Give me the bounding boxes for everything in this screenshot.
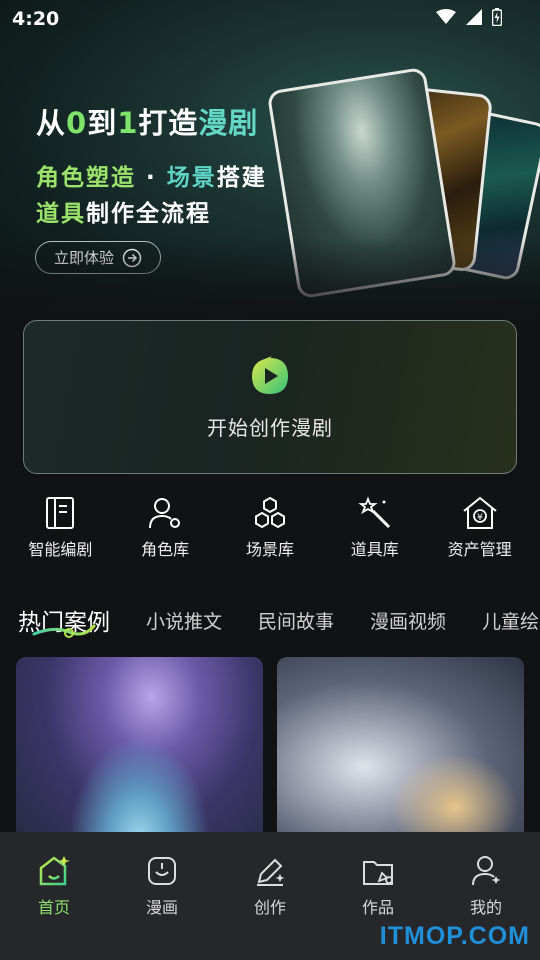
nav-label: 我的 (469, 898, 502, 917)
active-tab-indicator (32, 624, 96, 638)
tab-novel[interactable]: 小说推文 (146, 607, 222, 634)
asset-home-icon: ¥ (462, 496, 497, 529)
hero-banner[interactable]: 4:20 从0到1打造漫剧 角色塑造 · 场景搭建 道具制作全流程 立即体验 (0, 0, 540, 318)
hexagons-icon (254, 496, 285, 529)
play-bubble-icon (252, 355, 288, 394)
tab-children[interactable]: 儿童绘 (482, 607, 539, 634)
tab-comic-video[interactable]: 漫画视频 (370, 607, 446, 634)
script-book-icon (46, 497, 75, 529)
tool-label: 道具库 (350, 540, 399, 559)
profile-icon (472, 856, 501, 886)
quick-tools: 智能编剧 角色库 场景库 道具库 ¥ 资产管理 (0, 496, 540, 576)
hero-headline: 从0到1打造漫剧 (36, 106, 259, 140)
pen-icon (257, 858, 285, 886)
folder-icon (363, 861, 393, 885)
tool-label: 角色库 (141, 540, 190, 559)
nav-comic[interactable]: 漫画 (117, 854, 207, 960)
tool-prop-library[interactable]: 道具库 (325, 496, 425, 576)
status-bar: 4:20 (0, 0, 540, 38)
tool-scene-library[interactable]: 场景库 (220, 496, 320, 576)
case-card-storm[interactable] (16, 657, 263, 857)
nav-label: 漫画 (145, 898, 178, 917)
nav-label: 作品 (361, 898, 394, 917)
svg-text:¥: ¥ (477, 513, 483, 523)
signal-icon (466, 9, 482, 25)
nav-label: 首页 (37, 898, 70, 917)
comic-icon (148, 857, 176, 885)
magic-wand-icon (358, 496, 390, 529)
tool-smart-script[interactable]: 智能编剧 (10, 496, 110, 576)
wifi-icon (436, 9, 456, 24)
tool-label: 智能编剧 (28, 540, 93, 559)
tool-asset-management[interactable]: ¥ 资产管理 (430, 496, 530, 576)
character-icon (149, 498, 181, 529)
tool-character-library[interactable]: 角色库 (115, 496, 215, 576)
hero-subline-2: 道具制作全流程 (36, 201, 211, 227)
start-creating-card[interactable]: 开始创作漫剧 (23, 320, 517, 474)
battery-icon (492, 8, 502, 26)
watermark: ITMOP.COM (379, 922, 530, 950)
arrow-circle-icon (122, 248, 142, 267)
tool-label: 场景库 (245, 540, 294, 559)
home-icon (39, 856, 70, 886)
try-now-label: 立即体验 (53, 249, 114, 267)
tab-folk-story[interactable]: 民间故事 (258, 607, 334, 634)
tool-label: 资产管理 (447, 540, 512, 559)
nav-create[interactable]: 创作 (225, 854, 315, 960)
start-creating-label: 开始创作漫剧 (207, 415, 333, 440)
hero-card-forest (266, 66, 458, 300)
status-icons (436, 8, 502, 26)
hero-subline-1: 角色塑造 · 场景搭建 (36, 165, 267, 191)
status-time: 4:20 (12, 8, 60, 30)
case-card-dragon[interactable] (277, 657, 524, 857)
try-now-button[interactable]: 立即体验 (35, 241, 161, 274)
nav-home[interactable]: 首页 (9, 854, 99, 960)
nav-label: 创作 (253, 898, 286, 917)
